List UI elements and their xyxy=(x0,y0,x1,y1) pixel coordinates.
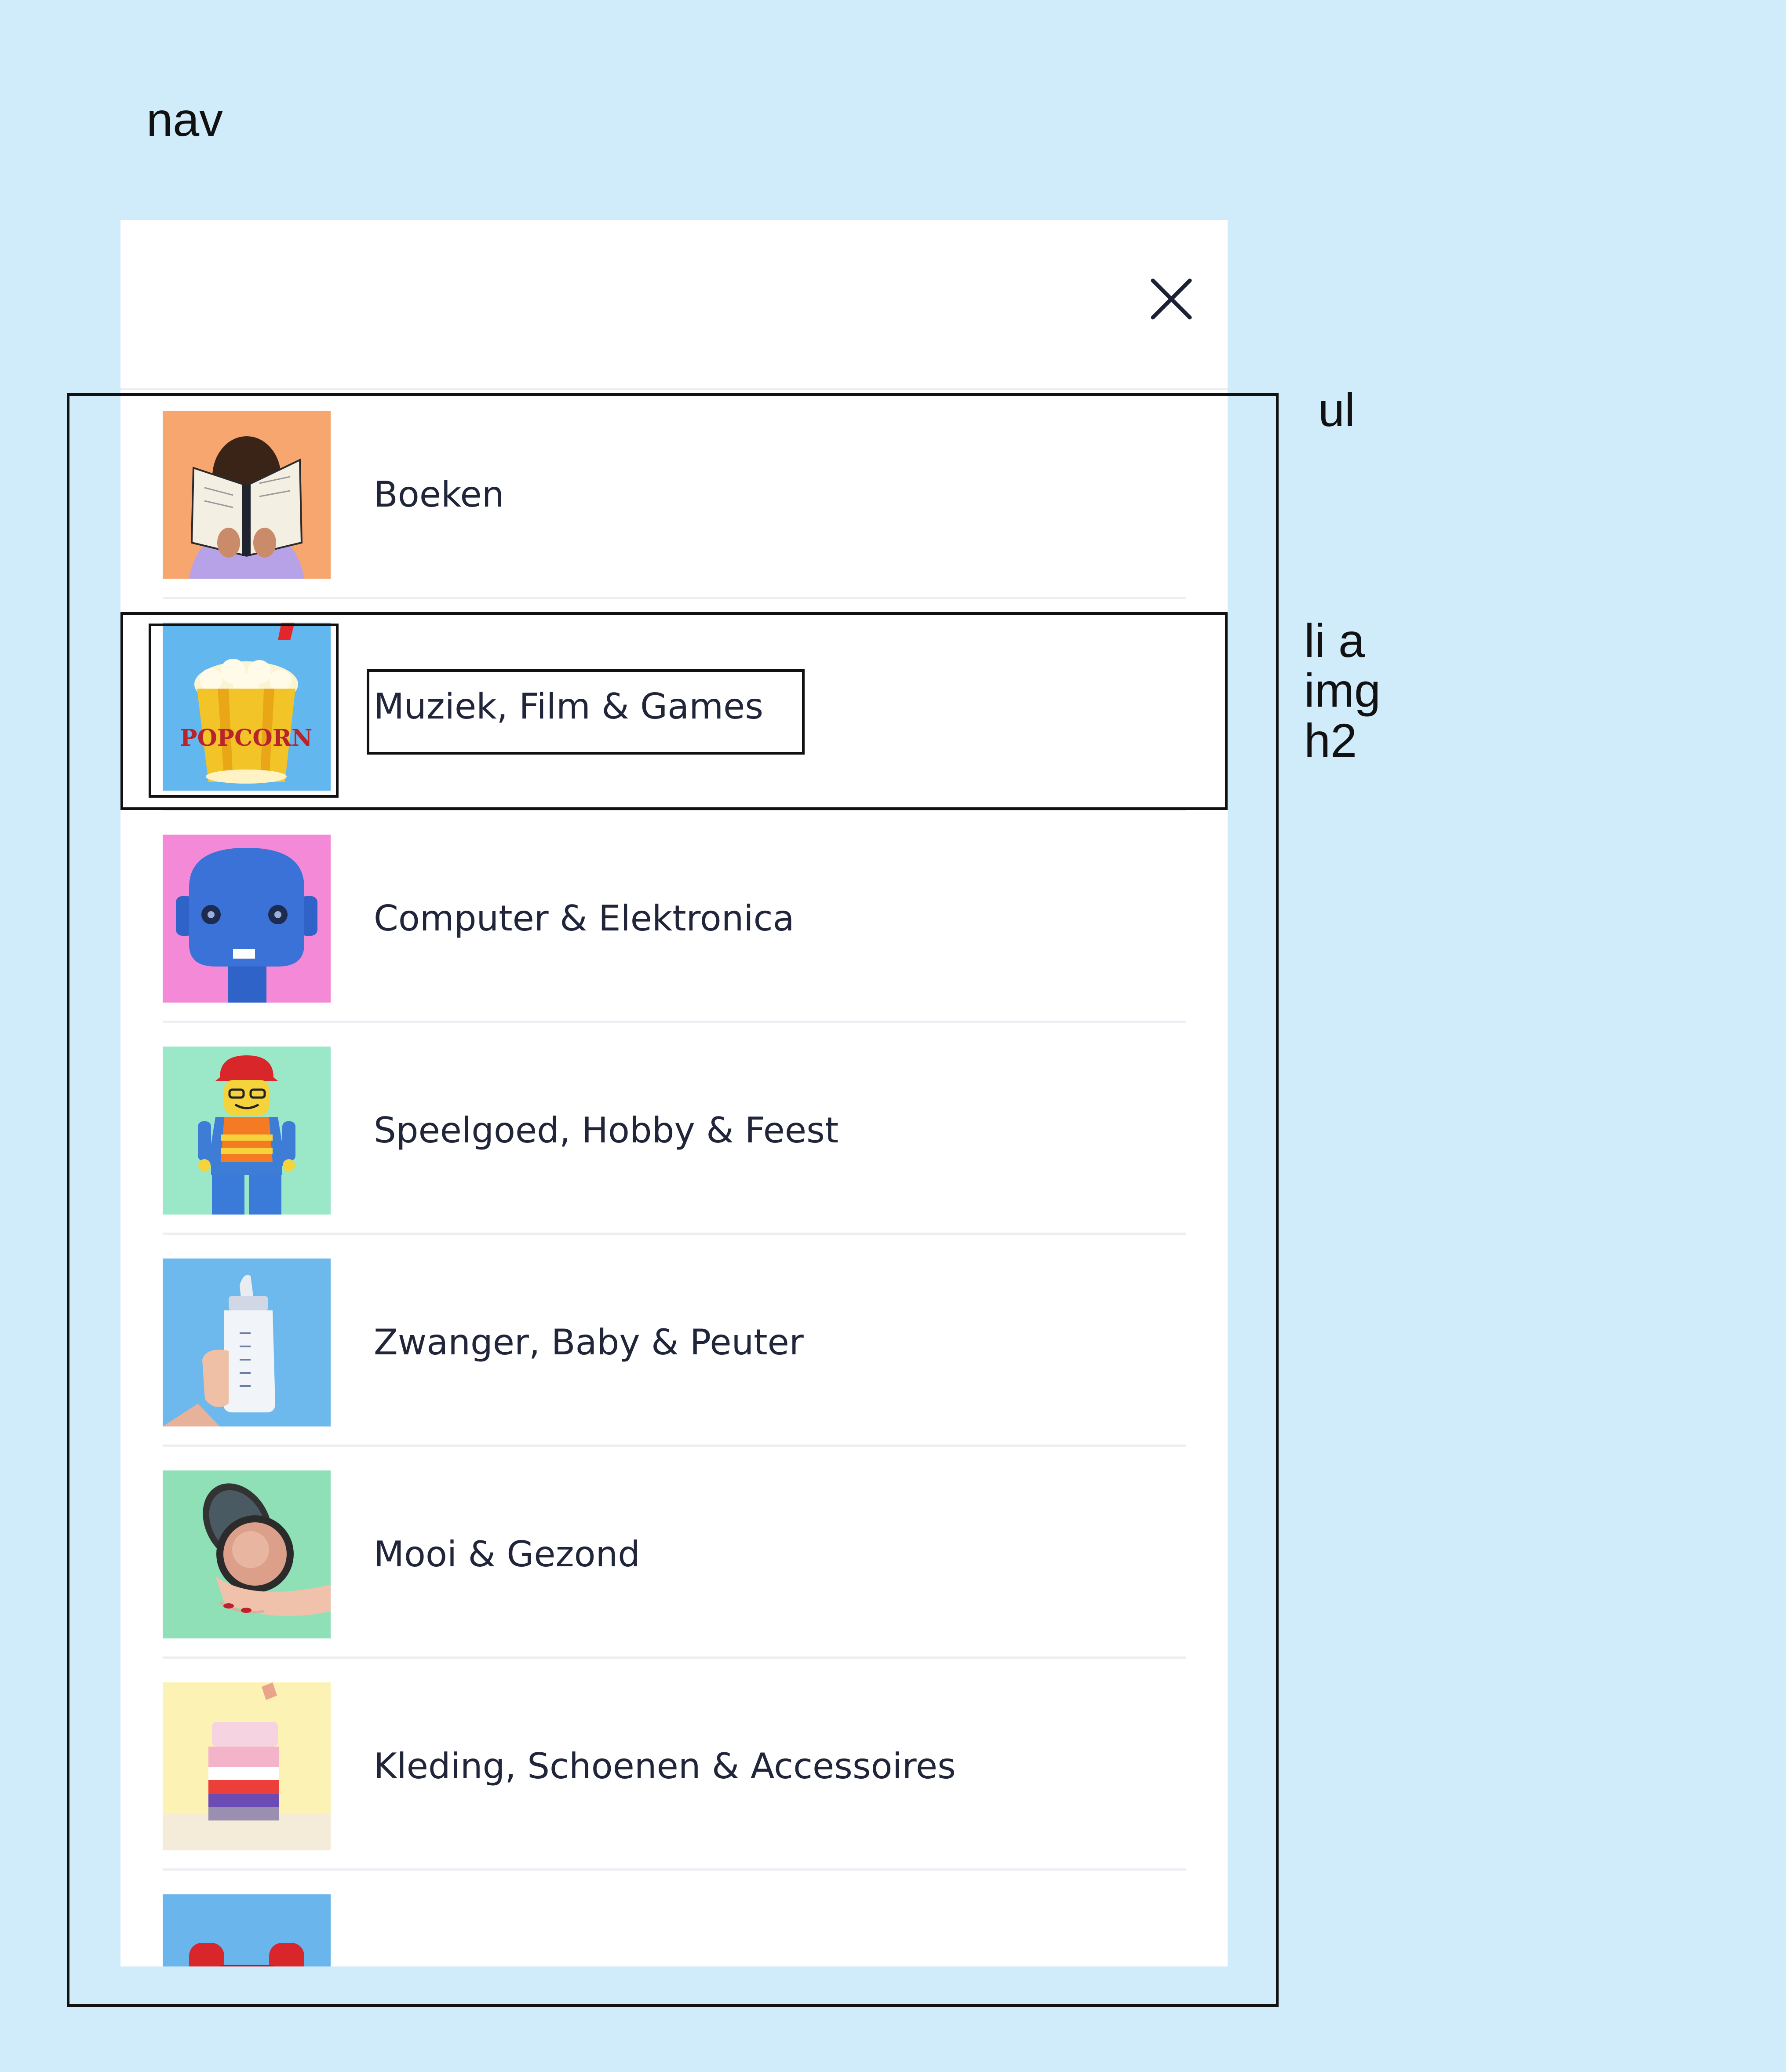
category-link-muziek-film-games[interactable]: POPCORN Muziek, Film & Games xyxy=(163,623,1186,791)
h2-annotation-label: h2 xyxy=(1304,713,1357,767)
li-a-annotation-label: li a xyxy=(1304,614,1365,667)
category-item-muziek-film-games: POPCORN Muziek, Film & Games xyxy=(163,623,1186,811)
category-title: Mooi & Gezond xyxy=(374,1534,641,1575)
category-item-kleding-schoenen-accessoires: Kleding, Schoenen & Accessoires xyxy=(163,1682,1186,1871)
folded-clothes-photo xyxy=(163,1682,331,1850)
category-item-partial xyxy=(163,1894,1186,1966)
category-title: Boeken xyxy=(374,474,504,515)
compact-powder-photo xyxy=(163,1470,331,1638)
list-divider xyxy=(163,1656,1186,1659)
img-annotation-label: img xyxy=(1304,664,1381,717)
category-link-mooi-gezond[interactable]: Mooi & Gezond xyxy=(163,1470,1186,1638)
ul-annotation-label: ul xyxy=(1318,383,1356,436)
category-item-mooi-gezond: Mooi & Gezond xyxy=(163,1470,1186,1659)
toy-minifigure-photo xyxy=(163,1047,331,1215)
list-divider xyxy=(163,1233,1186,1235)
category-link-kleding-schoenen-accessoires[interactable]: Kleding, Schoenen & Accessoires xyxy=(163,1682,1186,1850)
category-title: Kleding, Schoenen & Accessoires xyxy=(374,1746,956,1787)
nav-annotation-label: nav xyxy=(146,93,223,146)
list-divider xyxy=(163,1021,1186,1023)
category-title: Muziek, Film & Games xyxy=(374,686,764,727)
list-divider xyxy=(163,1868,1186,1871)
baby-bottle-photo xyxy=(163,1259,331,1426)
list-divider xyxy=(163,1445,1186,1447)
dumbbell-photo xyxy=(163,1894,331,1966)
category-item-speelgoed-hobby-feest: Speelgoed, Hobby & Feest xyxy=(163,1047,1186,1235)
robot-head-photo xyxy=(163,835,331,1003)
category-nav: Boeken POPCORN Muziek, Film & Games Comp… xyxy=(120,220,1228,1966)
popcorn-bucket-photo: POPCORN xyxy=(163,623,331,791)
list-divider xyxy=(163,597,1186,599)
category-link-boeken[interactable]: Boeken xyxy=(163,411,1186,579)
category-item-computer-elektronica: Computer & Elektronica xyxy=(163,835,1186,1023)
category-list: Boeken POPCORN Muziek, Film & Games Comp… xyxy=(120,220,1228,1966)
list-divider xyxy=(163,809,1186,811)
svg-text:POPCORN: POPCORN xyxy=(180,725,313,751)
category-item-zwanger-baby-peuter: Zwanger, Baby & Peuter xyxy=(163,1259,1186,1447)
category-link-partial[interactable] xyxy=(163,1894,1186,1966)
book-reading-photo xyxy=(163,411,331,579)
category-title: Speelgoed, Hobby & Feest xyxy=(374,1110,839,1151)
category-title: Computer & Elektronica xyxy=(374,898,795,939)
category-title: Zwanger, Baby & Peuter xyxy=(374,1322,804,1363)
li-annotation-labels: li a img h2 xyxy=(1304,614,1381,767)
category-link-zwanger-baby-peuter[interactable]: Zwanger, Baby & Peuter xyxy=(163,1259,1186,1426)
category-link-speelgoed-hobby-feest[interactable]: Speelgoed, Hobby & Feest xyxy=(163,1047,1186,1215)
category-link-computer-elektronica[interactable]: Computer & Elektronica xyxy=(163,835,1186,1003)
category-item-boeken: Boeken xyxy=(163,411,1186,599)
